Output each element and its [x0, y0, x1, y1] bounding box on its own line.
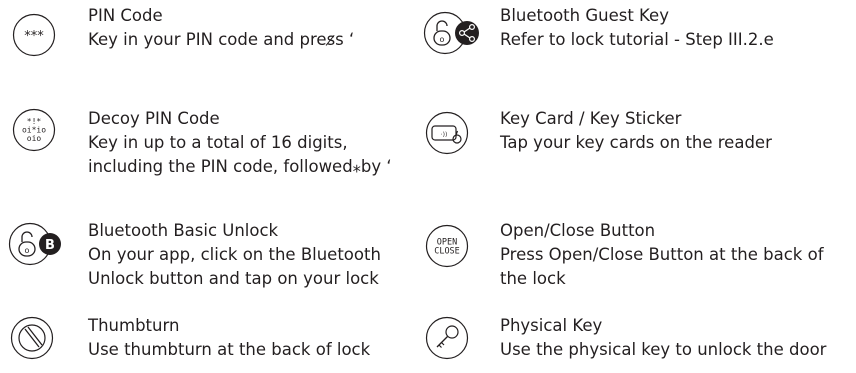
item-title: Bluetooth Guest Key: [500, 6, 669, 25]
svg-text:·)): ·)): [441, 132, 448, 139]
svg-text:***: ***: [24, 29, 44, 44]
svg-text:o: o: [440, 35, 445, 44]
item-description: including the PIN code, followed⁎by ‘: [88, 157, 392, 176]
item-description: Press Open/Close Button at the back of: [500, 245, 824, 264]
item-title: Key Card / Key Sticker: [500, 109, 682, 128]
item-title: Bluetooth Basic Unlock: [88, 221, 279, 240]
bluetooth-unlock-icon: o B: [8, 222, 68, 266]
item-title: Open/Close Button: [500, 221, 656, 240]
item-description: Refer to lock tutorial - Step III.2.e: [500, 30, 774, 49]
item-title: PIN Code: [88, 6, 163, 25]
item-description: Use thumbturn at the back of lock: [88, 340, 371, 359]
item-description: the lock: [500, 269, 566, 288]
item-title: Physical Key: [500, 316, 603, 335]
item-title: Thumbturn: [88, 316, 180, 335]
thumbturn-icon: [10, 316, 54, 360]
item-description: On your app, click on the Bluetooth: [88, 245, 381, 264]
svg-text:o: o: [25, 246, 30, 255]
physical-key-icon: [425, 316, 469, 360]
svg-text:B: B: [45, 238, 55, 253]
item-title: Decoy PIN Code: [88, 109, 220, 128]
decoy-pin-icon: *!* oi*io oio: [12, 108, 56, 152]
svg-text:CLOSE: CLOSE: [434, 247, 460, 257]
item-description: Unlock button and tap on your lock: [88, 269, 379, 288]
key-card-icon: ·)): [425, 111, 469, 155]
svg-text:oio: oio: [27, 134, 42, 143]
bluetooth-guest-key-icon: o: [423, 11, 487, 55]
item-description: Key in up to a total of 16 digits,: [88, 133, 348, 152]
item-description: Key in your PIN code and pres̷s ‘: [88, 30, 355, 49]
asterisk-pin-icon: ***: [12, 13, 56, 57]
item-description: Use the physical key to unlock the door: [500, 340, 827, 359]
open-close-button-icon: OPEN CLOSE: [425, 224, 469, 268]
item-description: Tap your key cards on the reader: [500, 133, 772, 152]
